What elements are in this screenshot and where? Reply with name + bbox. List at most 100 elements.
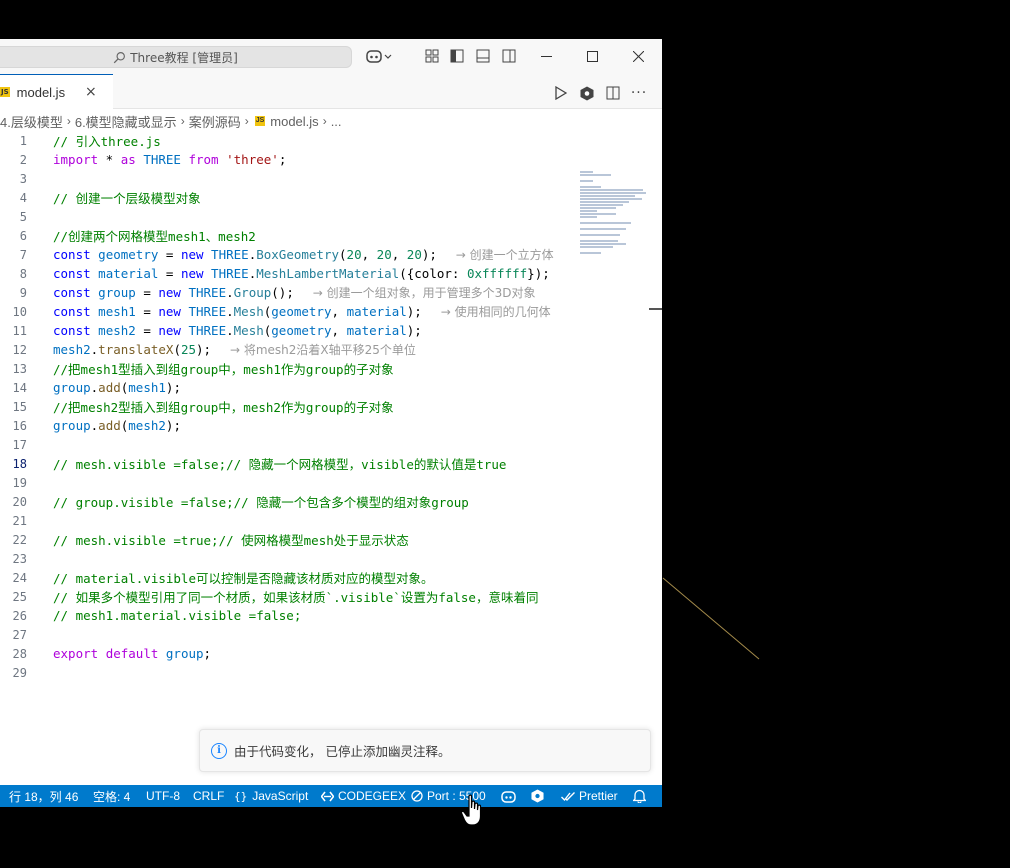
code-token: 20 <box>376 247 392 262</box>
code-line[interactable]: 4 // 创建一个层级模型对象 <box>0 188 575 207</box>
notifications-button[interactable] <box>633 785 650 807</box>
code-line[interactable]: 29 <box>0 663 575 682</box>
run-code-button[interactable] <box>552 84 570 102</box>
code-editor[interactable]: 1 // 引入three.js 2 import * as THREE from 't… <box>0 131 662 739</box>
code-token: * <box>98 152 121 167</box>
code-token: THREE <box>135 152 189 167</box>
line-number: 22 <box>12 532 27 547</box>
code-token: = <box>135 323 159 338</box>
code-line[interactable]: 3 <box>0 169 575 188</box>
code-line[interactable]: 12 mesh2.translateX(25); → 将mesh2沿着X轴平移25… <box>0 340 575 359</box>
eol-setting[interactable]: CRLF <box>193 785 224 807</box>
code-line[interactable]: 23 <box>0 549 575 568</box>
code-line[interactable]: 9 const group = new THREE.Group(); → 创建一个… <box>0 283 575 302</box>
code-line[interactable]: 24 // material.visible可以控制是否隐藏该材质对应的模型对象。 <box>0 568 575 587</box>
layout-grid-icon <box>425 49 439 63</box>
codegeex-hexagon-status[interactable] <box>531 785 548 807</box>
code-token: 20 <box>406 247 422 262</box>
toggle-panel-button[interactable] <box>475 48 491 64</box>
line-number: 20 <box>12 494 27 509</box>
code-text: // mesh1.material.visible =false; <box>53 608 573 623</box>
code-line[interactable]: 6 //创建两个网格模型mesh1、mesh2 <box>0 226 575 245</box>
code-line[interactable]: 25 // 如果多个模型引用了同一个材质，如果该材质`.visible`设置为fa… <box>0 587 575 606</box>
codegeex-icon <box>321 791 334 801</box>
close-window-button[interactable] <box>615 39 661 74</box>
copilot-status[interactable] <box>501 785 520 807</box>
code-line[interactable]: 1 // 引入three.js <box>0 131 575 150</box>
code-line[interactable]: 15 //把mesh2型插入到组group中，mesh2作为group的子对象 <box>0 397 575 416</box>
code-line[interactable]: 26 // mesh1.material.visible =false; <box>0 606 575 625</box>
codegeex-action-button[interactable] <box>578 84 596 102</box>
code-token: . <box>226 285 234 300</box>
window-title: Three教程 [管理员] <box>130 50 238 65</box>
minimap-line <box>580 228 626 230</box>
customize-layout-button[interactable] <box>424 48 440 64</box>
code-token: // group.visible =false;// 隐藏一个包含多个模型的组对… <box>53 495 469 510</box>
minimap-line <box>580 246 613 248</box>
prettier-status[interactable]: Prettier <box>561 785 618 807</box>
code-token: group <box>53 380 91 395</box>
scrollbar-marker[interactable] <box>649 308 662 310</box>
code-token: as <box>120 152 136 167</box>
toggle-secondary-sidebar-button[interactable] <box>501 48 517 64</box>
code-line[interactable]: 20 // group.visible =false;// 隐藏一个包含多个模型的… <box>0 492 575 511</box>
maximize-icon <box>586 51 598 62</box>
code-line[interactable]: 2 import * as THREE from 'three'; <box>0 150 575 169</box>
minimap[interactable] <box>578 129 648 254</box>
toggle-primary-sidebar-button[interactable] <box>449 48 465 64</box>
chevron-right-icon: › <box>66 114 71 128</box>
code-line[interactable]: 27 <box>0 625 575 644</box>
more-actions-button[interactable]: ··· <box>630 84 648 102</box>
breadcrumb-item[interactable]: 6.模型隐藏或显示 <box>75 112 177 131</box>
line-number: 29 <box>12 665 27 680</box>
code-text: // 创建一个层级模型对象 <box>53 188 573 207</box>
indentation-setting[interactable]: 空格: 4 <box>93 785 130 807</box>
code-line[interactable]: 17 <box>0 435 575 454</box>
minimize-button[interactable] <box>523 39 569 74</box>
code-line[interactable]: 14 group.add(mesh1); <box>0 378 575 397</box>
chevron-right-icon: › <box>180 114 185 128</box>
split-editor-button[interactable] <box>604 84 622 102</box>
line-number: 19 <box>12 475 27 490</box>
code-line[interactable]: 16 group.add(mesh2); <box>0 416 575 435</box>
maximize-button[interactable] <box>569 39 615 74</box>
code-line[interactable]: 22 // mesh.visible =true;// 使网格模型mesh处于显示… <box>0 530 575 549</box>
ghost-annotation: → 创建一个组对象，用于管理多个3D对象 <box>308 286 536 300</box>
javascript-file-icon: JS <box>254 116 266 126</box>
encoding-setting[interactable]: UTF-8 <box>146 785 180 807</box>
minimap-line <box>580 198 642 200</box>
codegeex-status[interactable]: CODEGEEX <box>321 785 406 807</box>
code-line[interactable]: 8 const material = new THREE.MeshLambertM… <box>0 264 575 283</box>
breadcrumb-item[interactable]: model.js <box>270 114 318 129</box>
notification-message: 由于代码变化， 已停止添加幽灵注释。 <box>234 744 451 759</box>
cursor-position[interactable]: 行 18，列 46 <box>9 785 78 807</box>
line-number: 1 <box>19 133 27 148</box>
tab-close-icon[interactable]: × <box>85 84 97 100</box>
minimap-line <box>580 186 601 188</box>
line-number: 16 <box>12 418 27 433</box>
code-token: ); <box>165 380 181 395</box>
copilot-menu-button[interactable] <box>365 48 393 64</box>
language-mode[interactable]: {} JavaScript <box>234 785 308 807</box>
code-line[interactable]: 10 const mesh1 = new THREE.Mesh(geometry,… <box>0 302 575 321</box>
code-line[interactable]: 13 //把mesh1型插入到组group中，mesh1作为group的子对象 <box>0 359 575 378</box>
code-line[interactable]: 28 export default group; <box>0 644 575 663</box>
breadcrumb-item[interactable]: ... <box>331 114 342 129</box>
breadcrumb: 4.层级模型 › 6.模型隐藏或显示 › 案例源码 › JS model.js … <box>0 111 580 131</box>
code-line[interactable]: 5 <box>0 207 575 226</box>
code-line[interactable]: 21 <box>0 511 575 530</box>
codegeex-label: CODEGEEX <box>338 789 407 803</box>
code-line[interactable]: 19 <box>0 473 575 492</box>
minimap-line <box>580 210 597 212</box>
code-line[interactable]: 7 const geometry = new THREE.BoxGeometry(… <box>0 245 575 264</box>
line-number: 26 <box>12 608 27 623</box>
code-token: geometry <box>90 247 159 262</box>
breadcrumb-item[interactable]: 4.层级模型 <box>0 112 63 131</box>
copilot-icon <box>366 50 392 63</box>
breadcrumb-item[interactable]: 案例源码 <box>189 112 241 131</box>
code-line[interactable]: 11 const mesh2 = new THREE.Mesh(geometry,… <box>0 321 575 340</box>
tab-model-js[interactable]: JS model.js × <box>0 74 113 109</box>
command-center-search[interactable]: Three教程 [管理员] <box>0 46 352 68</box>
code-line[interactable]: 18 // mesh.visible =false;// 隐藏一个网格模型，vis… <box>0 454 575 473</box>
code-text: const material = new THREE.MeshLambertMa… <box>53 266 573 281</box>
